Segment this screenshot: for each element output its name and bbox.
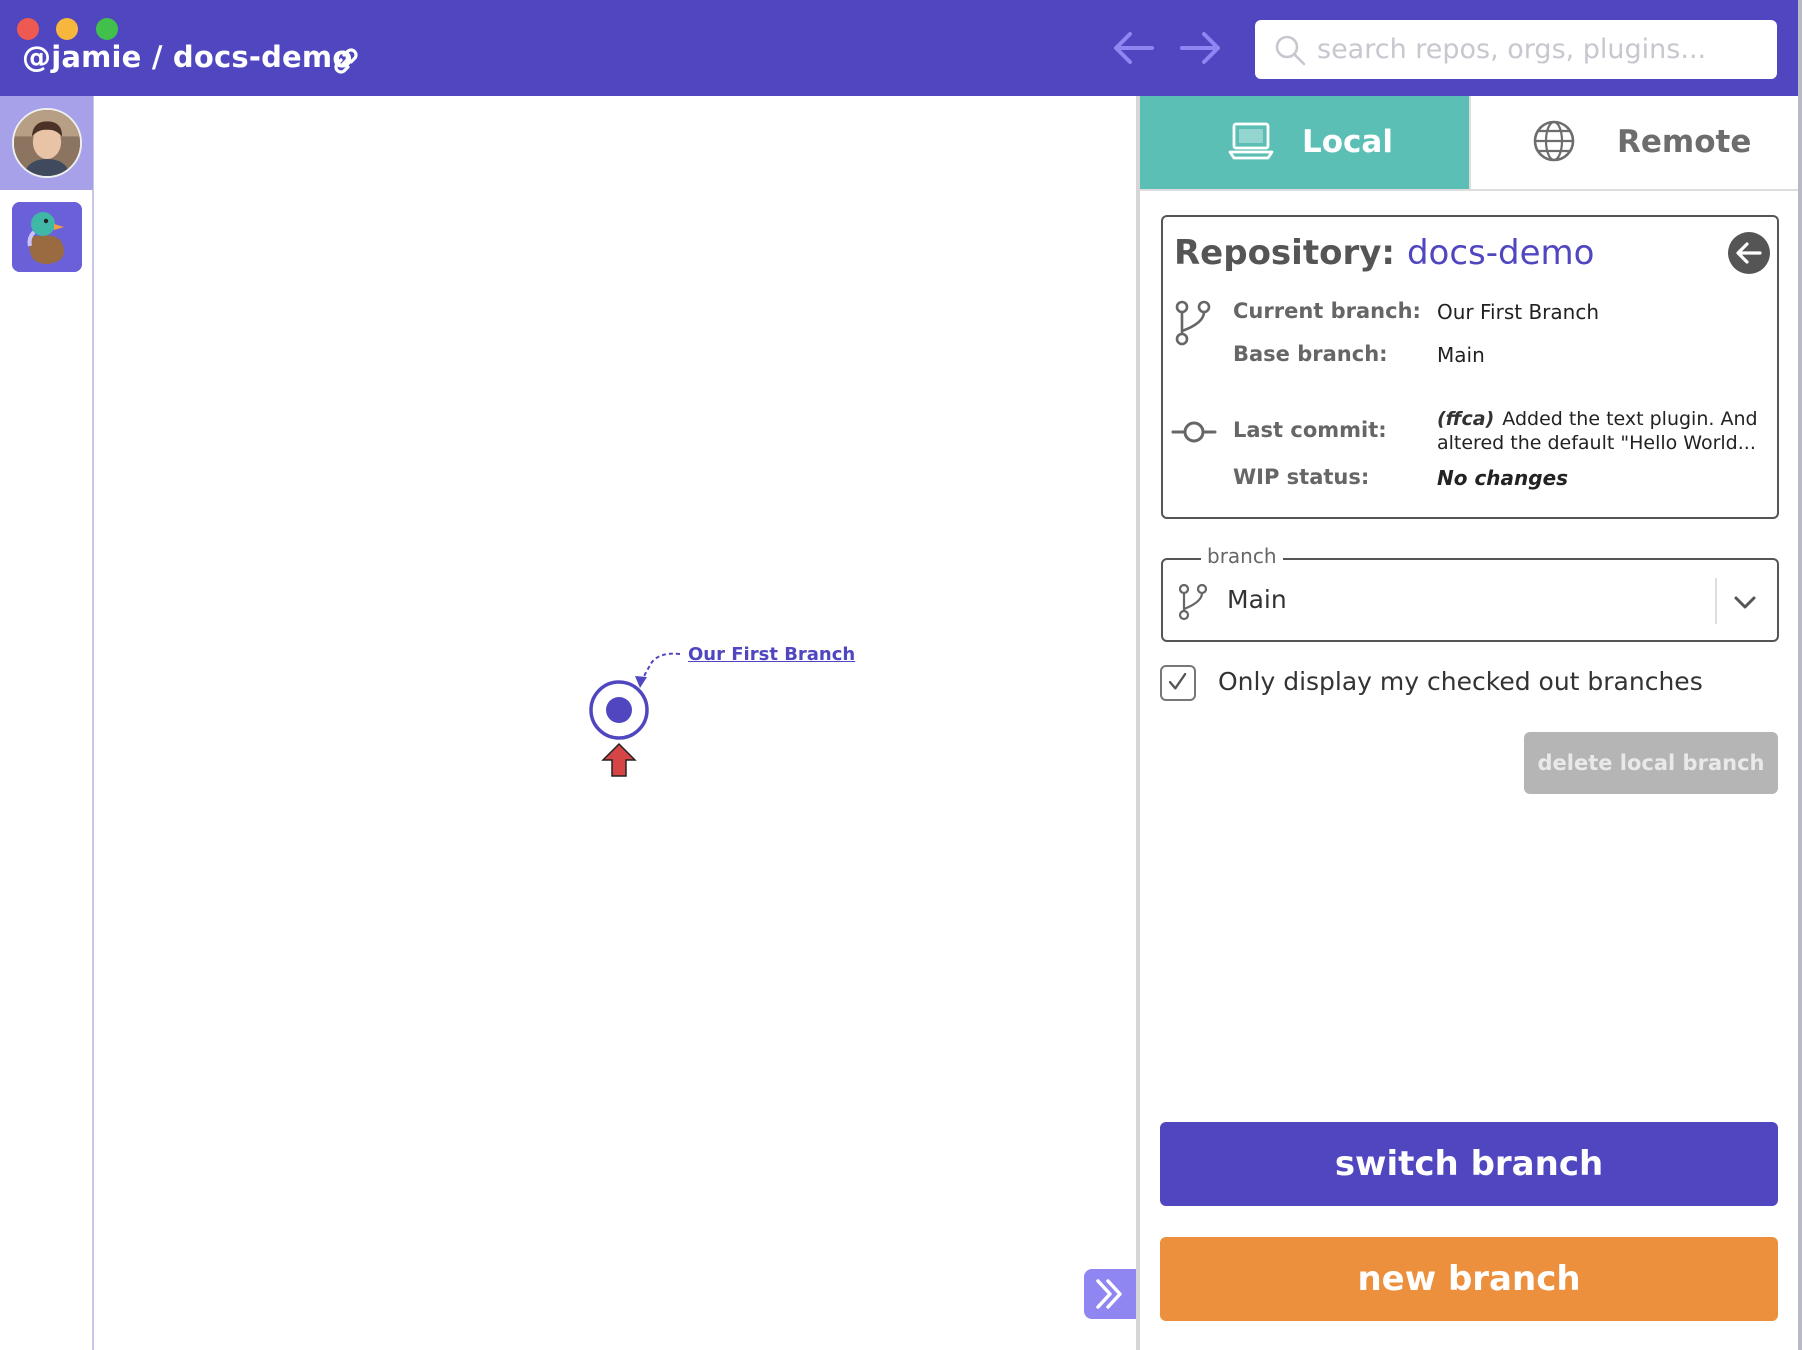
- duck-logo[interactable]: [12, 202, 82, 272]
- base-branch-label: Base branch:: [1233, 342, 1388, 366]
- wip-status-label: WIP status:: [1233, 465, 1370, 489]
- left-sidebar: [0, 96, 94, 1350]
- laptop-icon: [1228, 122, 1274, 160]
- last-commit-value: (ffca) Added the text plugin. And altered…: [1437, 407, 1763, 455]
- git-branch-icon: [1175, 300, 1211, 346]
- head-arrow-icon: [601, 742, 637, 777]
- only-checked-out-label[interactable]: Only display my checked out branches: [1218, 667, 1703, 696]
- side-panel: Local Remote Repository: docs-demo Curre…: [1140, 96, 1798, 1350]
- switch-branch-button[interactable]: switch branch: [1160, 1122, 1778, 1206]
- repository-label: Repository:: [1174, 233, 1395, 273]
- repository-heading: Repository: docs-demo: [1174, 233, 1594, 273]
- chevron-down-icon[interactable]: [1731, 588, 1759, 616]
- minimize-window-button[interactable]: [56, 18, 78, 40]
- user-photo-icon: [14, 110, 80, 176]
- repository-card: Repository: docs-demo Current branch: Our…: [1161, 215, 1779, 519]
- git-branch-icon: [1178, 583, 1208, 621]
- current-branch-value: Our First Branch: [1437, 300, 1599, 324]
- branch-pointer-line: [640, 652, 681, 683]
- branch-select-value: Main: [1227, 585, 1287, 614]
- tab-remote-label: Remote: [1617, 124, 1752, 160]
- commit-hash: (ffca): [1437, 408, 1495, 430]
- user-avatar[interactable]: [12, 108, 82, 178]
- new-branch-button[interactable]: new branch: [1160, 1237, 1778, 1321]
- app-window: @jamie / docs-demo search repos, orgs, p…: [0, 0, 1802, 1350]
- repo-title: @jamie / docs-demo: [22, 40, 353, 74]
- link-icon[interactable]: [328, 43, 364, 79]
- globe-icon: [1533, 120, 1575, 162]
- close-window-button[interactable]: [17, 18, 39, 40]
- double-chevron-right-icon: [1096, 1279, 1122, 1309]
- tab-local[interactable]: Local: [1140, 96, 1469, 189]
- commit-node-dot: [606, 697, 632, 723]
- title-bar: @jamie / docs-demo: [0, 0, 1802, 96]
- search-input[interactable]: [1317, 20, 1757, 79]
- select-separator: [1715, 578, 1717, 624]
- branch-graph: [589, 652, 681, 777]
- tab-local-label: Local: [1302, 124, 1393, 160]
- search-icon: [1275, 35, 1306, 66]
- duck-icon: [12, 202, 82, 272]
- only-checked-out-checkbox[interactable]: [1160, 665, 1196, 701]
- branch-label-link[interactable]: Our First Branch: [688, 644, 855, 665]
- zoom-window-button[interactable]: [96, 18, 118, 40]
- wip-status-value: No changes: [1437, 466, 1569, 490]
- base-branch-value: Main: [1437, 343, 1485, 367]
- tab-remote[interactable]: Remote: [1469, 96, 1798, 189]
- search-bar: [1255, 20, 1777, 79]
- delete-local-branch-button[interactable]: delete local branch: [1524, 732, 1778, 794]
- git-commit-icon: [1171, 421, 1217, 443]
- back-arrow-icon[interactable]: [1110, 28, 1156, 68]
- forward-arrow-icon[interactable]: [1178, 28, 1224, 68]
- back-circle-arrow-icon[interactable]: [1727, 231, 1771, 275]
- branch-graph-canvas[interactable]: Our First Branch: [94, 96, 1136, 1350]
- current-branch-label: Current branch:: [1233, 299, 1421, 323]
- checkmark-icon: [1168, 672, 1187, 690]
- panel-tabs: Local Remote: [1140, 96, 1798, 191]
- branch-select-legend: branch: [1201, 544, 1283, 568]
- window-edge: [1798, 0, 1802, 1350]
- last-commit-label: Last commit:: [1233, 418, 1387, 442]
- collapse-panel-button[interactable]: [1084, 1269, 1136, 1319]
- branch-select[interactable]: branch Main: [1161, 544, 1779, 642]
- repository-name: docs-demo: [1406, 233, 1595, 273]
